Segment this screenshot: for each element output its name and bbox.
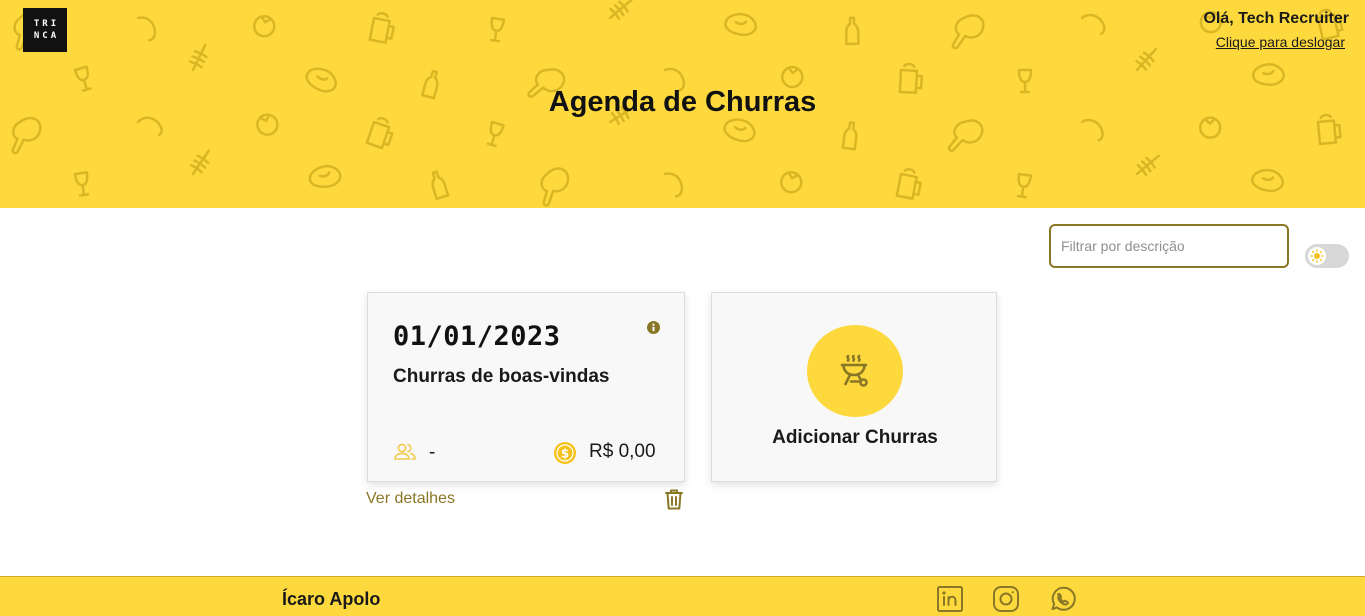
view-details-link[interactable]: Ver detalhes — [366, 490, 455, 508]
pattern-doodle — [1080, 118, 1104, 142]
pattern-doodle — [188, 43, 208, 72]
pattern-doodle — [253, 15, 276, 38]
event-date: 01/01/2023 — [393, 321, 561, 352]
footer: Ícaro Apolo — [0, 576, 1365, 616]
logo-line-2: NCA — [33, 31, 60, 41]
pattern-doodle — [1080, 13, 1106, 36]
pattern-doodle — [190, 149, 211, 176]
add-event-card[interactable]: Adicionar Churras — [711, 292, 997, 482]
whatsapp-icon[interactable] — [1048, 585, 1076, 613]
filter-input[interactable] — [1049, 224, 1289, 268]
pattern-doodle — [951, 14, 985, 50]
logout-link[interactable]: Clique para deslogar — [1216, 34, 1345, 50]
pattern-doodle — [844, 16, 860, 46]
instagram-icon[interactable] — [992, 585, 1020, 613]
pattern-doodle — [11, 116, 42, 155]
logo-line-1: TRI — [33, 19, 60, 29]
pattern-doodle — [780, 171, 803, 194]
pattern-doodle — [1251, 168, 1284, 193]
event-name: Churras de boas-vindas — [393, 366, 610, 387]
grill-icon — [840, 354, 868, 387]
pattern-doodle — [365, 117, 394, 150]
pattern-doodle — [1135, 47, 1158, 72]
pattern-doodle — [431, 170, 450, 201]
pattern-doodle — [608, 0, 633, 21]
coin-icon: $ — [554, 442, 576, 464]
pattern-doodle — [781, 65, 804, 89]
event-total: R$ 0,00 — [589, 441, 656, 462]
toggle-knob — [1308, 247, 1326, 265]
pattern-doodle — [486, 120, 505, 148]
pattern-doodle — [540, 167, 570, 207]
page-title: Agenda de Churras — [548, 86, 817, 118]
pattern-doodle — [368, 12, 395, 44]
pattern-doodle — [723, 118, 756, 143]
pattern-doodle — [1016, 172, 1033, 199]
pattern-doodle — [724, 12, 757, 37]
trinca-logo: TRI NCA — [23, 8, 67, 52]
info-icon[interactable] — [647, 321, 660, 334]
pattern-doodle — [73, 171, 90, 197]
sun-icon — [1310, 249, 1324, 263]
header-banner: TRI NCA Olá, Tech Recruiter Clique para … — [0, 0, 1365, 208]
linkedin-icon[interactable] — [936, 585, 964, 613]
add-event-label: Adicionar Churras — [772, 427, 938, 448]
pattern-doodle — [489, 16, 506, 43]
pattern-doodle — [663, 172, 684, 198]
pattern-doodle — [308, 164, 342, 188]
pattern-doodle — [1252, 63, 1285, 86]
pattern-doodle — [136, 16, 157, 42]
add-icon-circle — [807, 325, 903, 417]
pattern-doodle — [1135, 154, 1160, 177]
user-greeting: Olá, Tech Recruiter — [1203, 10, 1349, 27]
trash-icon[interactable] — [664, 488, 684, 511]
participants-count: - — [429, 442, 436, 463]
pattern-doodle — [895, 168, 922, 200]
author-name: Ícaro Apolo — [282, 589, 381, 609]
pattern-doodle — [1198, 116, 1222, 139]
theme-toggle[interactable] — [1305, 244, 1349, 268]
svg-text:$: $ — [561, 447, 569, 461]
people-icon — [394, 443, 416, 460]
event-card[interactable]: 01/01/2023 Churras de boas-vindas - $ R$… — [367, 292, 685, 482]
pattern-doodle — [947, 119, 984, 152]
pattern-doodle — [841, 121, 858, 151]
